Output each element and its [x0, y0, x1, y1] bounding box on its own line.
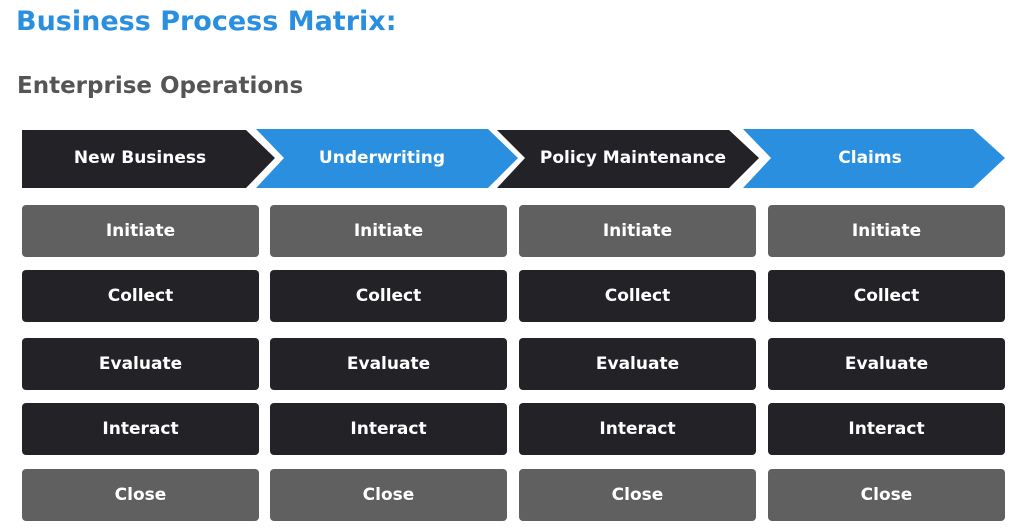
- step-claims-collect: Collect: [768, 270, 1005, 322]
- step-underwriting-evaluate: Evaluate: [270, 338, 507, 390]
- step-new-business-collect: Collect: [22, 270, 259, 322]
- step-new-business-interact: Interact: [22, 403, 259, 455]
- step-new-business-close: Close: [22, 469, 259, 521]
- step-policy-maintenance-close: Close: [519, 469, 756, 521]
- step-claims-initiate: Initiate: [768, 205, 1005, 257]
- stage-label-policy-maintenance: Policy Maintenance: [539, 148, 727, 168]
- step-policy-maintenance-interact: Interact: [519, 403, 756, 455]
- page-title: Business Process Matrix:: [16, 6, 397, 37]
- step-underwriting-collect: Collect: [270, 270, 507, 322]
- step-policy-maintenance-initiate: Initiate: [519, 205, 756, 257]
- step-underwriting-close: Close: [270, 469, 507, 521]
- step-claims-evaluate: Evaluate: [768, 338, 1005, 390]
- step-underwriting-interact: Interact: [270, 403, 507, 455]
- stage-label-new-business: New Business: [73, 148, 207, 168]
- stage-label-underwriting: Underwriting: [318, 148, 446, 168]
- step-policy-maintenance-evaluate: Evaluate: [519, 338, 756, 390]
- step-underwriting-initiate: Initiate: [270, 205, 507, 257]
- step-claims-close: Close: [768, 469, 1005, 521]
- step-policy-maintenance-collect: Collect: [519, 270, 756, 322]
- step-new-business-evaluate: Evaluate: [22, 338, 259, 390]
- step-claims-interact: Interact: [768, 403, 1005, 455]
- page-subtitle: Enterprise Operations: [17, 73, 304, 99]
- stage-label-claims: Claims: [838, 148, 902, 168]
- step-new-business-initiate: Initiate: [22, 205, 259, 257]
